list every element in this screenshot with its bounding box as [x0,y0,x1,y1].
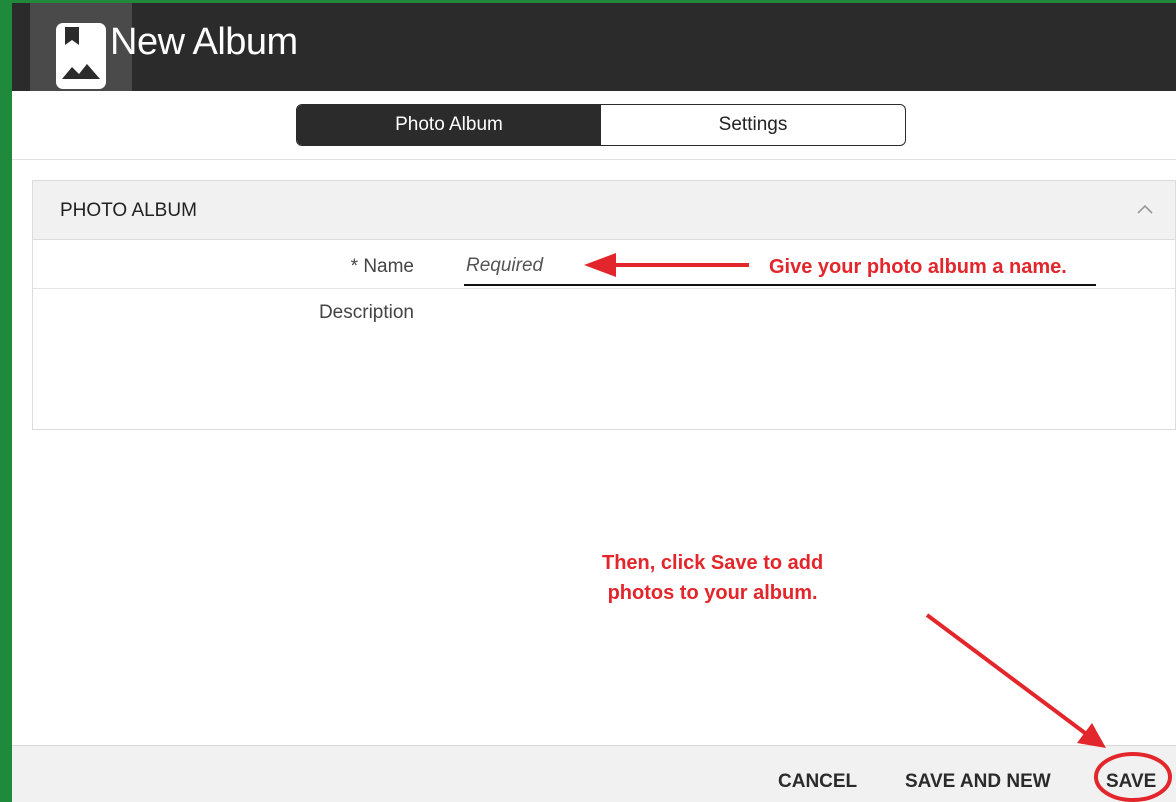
name-hint-annotation: Give your photo album a name. [769,256,1067,278]
tab-photo-album[interactable]: Photo Album [297,105,601,145]
tab-bar: Photo Album Settings [12,91,1176,160]
description-input[interactable] [464,296,1100,420]
tab-settings[interactable]: Settings [601,105,905,145]
chevron-up-icon[interactable] [1135,201,1155,217]
photo-album-icon [56,23,106,89]
save-hint-annotation: Then, click Save to add photos to your a… [602,548,823,608]
segmented-tabs: Photo Album Settings [296,104,906,146]
page-title: New Album [110,21,298,63]
cancel-button[interactable]: CANCEL [778,771,857,793]
name-label: * Name [350,256,414,277]
section-header[interactable]: PHOTO ALBUM [33,181,1175,240]
photo-album-section: PHOTO ALBUM * Name Description [32,180,1176,430]
description-label: Description [318,302,414,323]
dialog-footer: CANCEL SAVE AND NEW SAVE [12,745,1176,802]
new-album-dialog: New Album Photo Album Settings PHOTO ALB… [12,3,1176,802]
save-and-new-button[interactable]: SAVE AND NEW [905,771,1051,793]
dialog-header: New Album [12,3,1176,91]
arrow-down-right-icon [925,613,1106,748]
save-hint-line-2: photos to your album. [607,582,818,604]
save-button[interactable]: SAVE [1106,771,1156,793]
save-hint-line-1: Then, click Save to add [602,552,824,574]
section-title: PHOTO ALBUM [60,200,197,221]
